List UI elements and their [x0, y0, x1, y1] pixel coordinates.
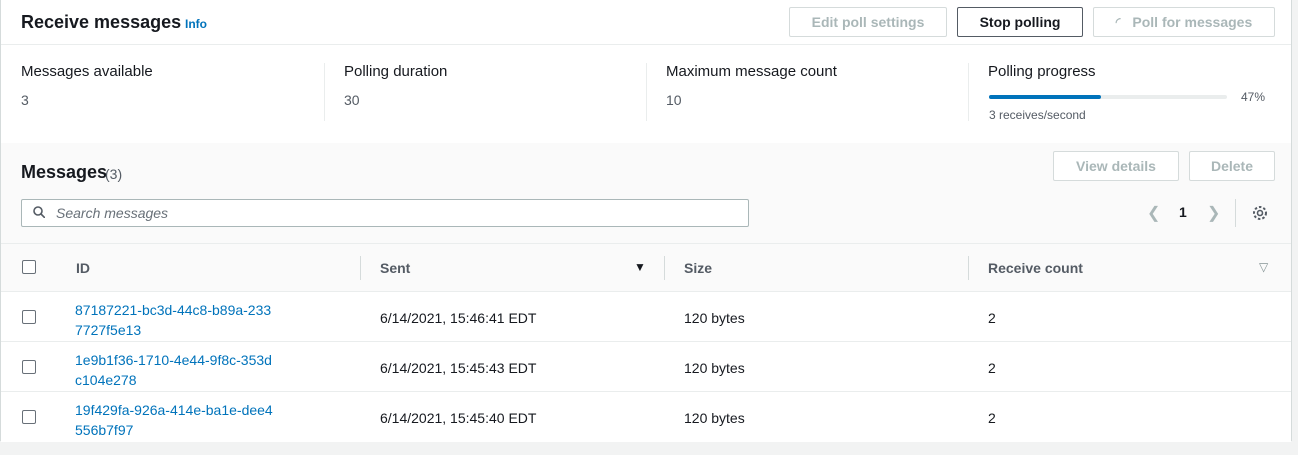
- stat-label: Polling duration: [344, 63, 448, 80]
- messages-header: Messages (3) View details Delete ❮ 1 ❯: [1, 143, 1291, 243]
- column-divider: [360, 256, 361, 280]
- poll-for-messages-button[interactable]: ◜ Poll for messages: [1093, 7, 1275, 37]
- column-header-id[interactable]: ID: [76, 260, 90, 276]
- search-icon: [33, 206, 45, 218]
- messages-panel: Messages (3) View details Delete ❮ 1 ❯ I…: [0, 143, 1292, 442]
- select-all-checkbox[interactable]: [22, 260, 36, 274]
- stat-label: Polling progress: [988, 63, 1096, 80]
- stat-divider: [324, 63, 325, 121]
- search-box: [21, 199, 749, 227]
- stat-label: Maximum message count: [666, 63, 837, 80]
- size-cell: 120 bytes: [684, 410, 745, 426]
- row-checkbox[interactable]: [22, 310, 36, 324]
- message-id-link[interactable]: 87187221-bc3d-44c8-b89a-2337727f5e13: [75, 300, 275, 340]
- polling-progress-fill: [989, 95, 1101, 99]
- column-header-size[interactable]: Size: [684, 260, 712, 276]
- spinner-icon: ◜: [1115, 15, 1121, 29]
- chevron-left-icon[interactable]: ❮: [1147, 203, 1160, 223]
- sort-descending-icon[interactable]: ▼: [634, 260, 646, 274]
- message-id-link[interactable]: 1e9b1f36-1710-4e44-9f8c-353dc104e278: [75, 350, 275, 390]
- info-link[interactable]: Info: [185, 17, 207, 31]
- stat-messages-available: Messages available 3: [21, 63, 153, 123]
- sent-cell: 6/14/2021, 15:45:40 EDT: [380, 410, 537, 426]
- column-header-receive-count[interactable]: Receive count: [988, 260, 1083, 276]
- delete-button[interactable]: Delete: [1189, 151, 1275, 181]
- sort-icon[interactable]: ▽: [1259, 260, 1268, 274]
- column-header-sent[interactable]: Sent: [380, 260, 410, 276]
- receive-messages-panel: Receive messages Info Edit poll settings…: [0, 0, 1292, 143]
- message-id-link[interactable]: 19f429fa-926a-414e-ba1e-dee4556b7f97: [75, 400, 275, 440]
- messages-title: Messages: [21, 162, 108, 182]
- poll-for-messages-label: Poll for messages: [1132, 14, 1253, 30]
- view-details-button[interactable]: View details: [1053, 151, 1179, 181]
- polling-progress-rate: 3 receives/second: [989, 108, 1086, 122]
- table-row[interactable]: 1e9b1f36-1710-4e44-9f8c-353dc104e278 6/1…: [1, 342, 1291, 392]
- pager-divider: [1235, 199, 1236, 227]
- size-cell: 120 bytes: [684, 360, 745, 376]
- receive-count-cell: 2: [988, 310, 996, 326]
- table-row[interactable]: 19f429fa-926a-414e-ba1e-dee4556b7f97 6/1…: [1, 392, 1291, 442]
- stat-value: 30: [344, 92, 360, 108]
- table-row[interactable]: 87187221-bc3d-44c8-b89a-2337727f5e13 6/1…: [1, 292, 1291, 342]
- column-divider: [968, 256, 969, 280]
- chevron-right-icon[interactable]: ❯: [1207, 203, 1220, 223]
- gear-icon[interactable]: [1251, 204, 1269, 222]
- sent-cell: 6/14/2021, 15:45:43 EDT: [380, 360, 537, 376]
- page-number[interactable]: 1: [1179, 204, 1187, 220]
- stat-label: Messages available: [21, 63, 153, 80]
- stat-value: 3: [21, 92, 29, 108]
- stat-polling-duration: Polling duration 30: [344, 63, 447, 123]
- column-divider: [664, 256, 665, 280]
- row-checkbox[interactable]: [22, 360, 36, 374]
- receive-count-cell: 2: [988, 360, 996, 376]
- table-header: ID Sent ▼ Size Receive count ▽: [1, 243, 1291, 292]
- sent-cell: 6/14/2021, 15:46:41 EDT: [380, 310, 537, 326]
- row-checkbox[interactable]: [22, 410, 36, 424]
- stat-divider: [968, 63, 969, 121]
- stat-max-message-count: Maximum message count 10: [666, 63, 837, 123]
- receive-count-cell: 2: [988, 410, 996, 426]
- polling-progress-bar: [989, 95, 1227, 99]
- stop-polling-button[interactable]: Stop polling: [957, 7, 1083, 37]
- size-cell: 120 bytes: [684, 310, 745, 326]
- edit-poll-settings-button[interactable]: Edit poll settings: [789, 7, 947, 37]
- search-input[interactable]: [56, 205, 736, 221]
- stat-divider: [646, 63, 647, 121]
- stat-value: 10: [666, 92, 682, 108]
- receive-messages-header: Receive messages Info Edit poll settings…: [1, 0, 1291, 45]
- messages-count: (3): [105, 166, 123, 182]
- page-title: Receive messages: [21, 12, 182, 32]
- polling-progress-percent: 47%: [1241, 90, 1266, 104]
